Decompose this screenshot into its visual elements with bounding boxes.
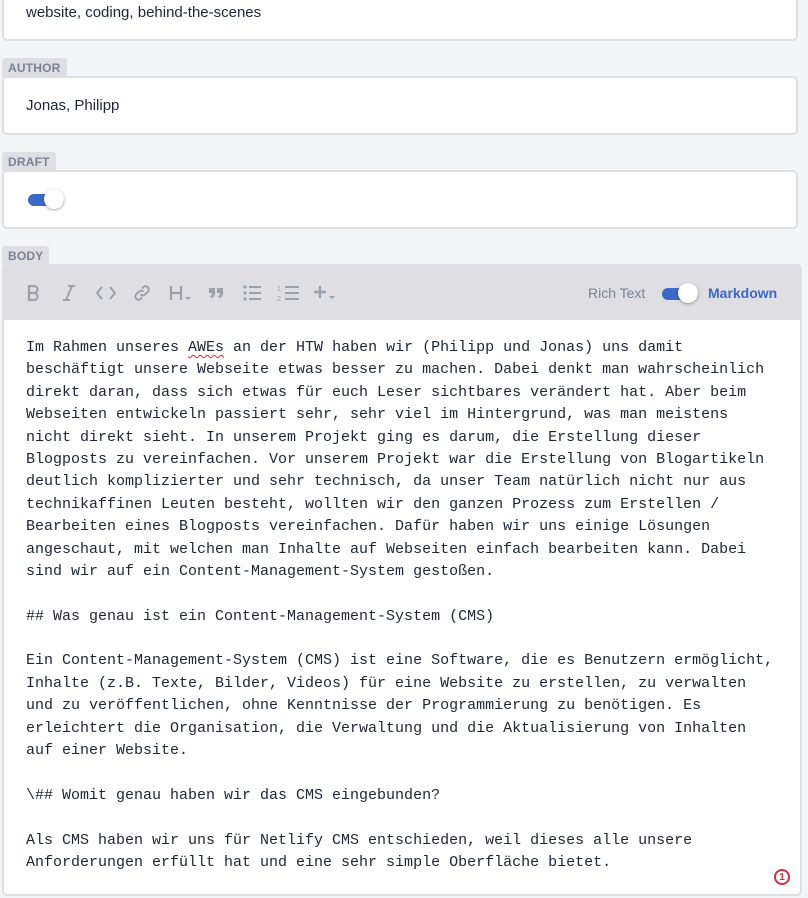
author-value: Jonas, Philipp — [26, 97, 120, 114]
heading-icon[interactable] — [168, 282, 194, 304]
add-component-icon[interactable] — [312, 282, 338, 304]
bulleted-list-icon[interactable] — [241, 282, 263, 304]
editor-text-segment: Im Rahmen unseres — [26, 339, 189, 356]
editor-line: technikaffinen Leuten besteht, wollten w… — [26, 494, 796, 516]
svg-text:1: 1 — [277, 286, 281, 293]
markdown-mode-label[interactable]: Markdown — [708, 285, 777, 301]
editor-text-segment: Als CMS haben wir uns für Netlify CMS en… — [26, 831, 693, 849]
italic-icon[interactable] — [58, 282, 80, 304]
code-icon[interactable] — [95, 282, 117, 304]
draft-field — [2, 170, 798, 229]
editor-text-segment: Webseiten entwickeln passiert sehr, sehr… — [26, 406, 729, 424]
tags-value: website, coding, behind-the-scenes — [26, 4, 262, 21]
editor-text-segment: \## Womit genau haben wir das CMS eingeb… — [26, 786, 441, 804]
editor-line: direkt daran, dass sich etwas für euch L… — [26, 382, 796, 404]
editor-text-segment: an der HTW haben wir (Philipp und Jonas)… — [224, 339, 684, 356]
editor-line: Blogposts zu vereinfachen. Vor unserem P… — [26, 449, 796, 471]
body-editor[interactable]: Im Rahmen unseres AWEs an der HTW haben … — [2, 320, 802, 896]
editor-line: deutlich komplizierter und sehr technisc… — [26, 471, 796, 493]
misspelled-word: AWEs — [188, 339, 225, 356]
editor-line: Inhalte (z.B. Texte, Bilder, Videos) für… — [26, 673, 796, 695]
body-label: BODY — [2, 246, 50, 265]
editor-text-segment: Anforderungen erfüllt hat und eine sehr … — [26, 853, 612, 871]
numbered-list-icon[interactable]: 12 — [276, 282, 300, 304]
author-field[interactable]: Jonas, Philipp — [2, 76, 798, 135]
editor-line: ## Was genau ist ein Content-Management-… — [26, 606, 796, 628]
editor-text-segment: Blogposts zu vereinfachen. Vor unserem P… — [26, 450, 765, 468]
draft-label: DRAFT — [2, 152, 56, 171]
quote-icon[interactable] — [205, 282, 227, 304]
editor-text-segment: direkt daran, dass sich etwas für euch L… — [26, 383, 747, 401]
link-icon[interactable] — [131, 282, 153, 304]
editor-line: und zu veröffentlichen, ohne Kenntnisse … — [26, 695, 796, 717]
editor-line: Bearbeiten eines Blogposts vereinfachen.… — [26, 516, 796, 538]
editor-line: Anforderungen erfüllt hat und eine sehr … — [26, 852, 796, 874]
editor-text-segment: angeschaut, mit welchen man Inhalte auf … — [26, 540, 747, 558]
svg-text:2: 2 — [277, 296, 281, 302]
editor-line: Webseiten entwickeln passiert sehr, sehr… — [26, 404, 796, 426]
editor-line: \## Womit genau haben wir das CMS eingeb… — [26, 785, 796, 807]
editor-text-segment: ## Was genau ist ein Content-Management-… — [26, 607, 495, 625]
spellcheck-badge[interactable]: 1 — [774, 869, 790, 885]
editor-line: Als CMS haben wir uns für Netlify CMS en… — [26, 830, 796, 852]
editor-line: sind wir auf ein Content-Management-Syst… — [26, 561, 796, 583]
body-toolbar: 12 Rich Text Markdown — [2, 264, 802, 322]
editor-text-segment: Inhalte (z.B. Texte, Bilder, Videos) für… — [26, 674, 747, 692]
draft-toggle-knob — [44, 189, 64, 209]
editor-text-segment: technikaffinen Leuten besteht, wollten w… — [26, 495, 720, 513]
editor-line: nicht direkt sieht. In unserem Projekt g… — [26, 427, 796, 449]
body-editor-text[interactable]: Im Rahmen unseres AWEs an der HTW haben … — [26, 337, 796, 874]
editor-line: beschäftigt unsere Webseite etwas besser… — [26, 359, 796, 381]
editor-line: angeschaut, mit welchen man Inhalte auf … — [26, 539, 796, 561]
editor-text-segment: nicht direkt sieht. In unserem Projekt g… — [26, 428, 702, 446]
editor-text-segment: beschäftigt unsere Webseite etwas besser… — [26, 361, 765, 379]
editor-text-segment: erleichtert die Organisation, die Verwal… — [26, 719, 747, 737]
editor-text-segment: auf einer Website. — [26, 742, 189, 760]
editor-line: Ein Content-Management-System (CMS) ist … — [26, 650, 796, 672]
rich-text-mode-label[interactable]: Rich Text — [588, 285, 645, 301]
editor-line: auf einer Website. — [26, 740, 796, 762]
bold-icon[interactable] — [22, 282, 44, 304]
editor-line: Im Rahmen unseres AWEs an der HTW haben … — [26, 337, 796, 359]
editor-line: erleichtert die Organisation, die Verwal… — [26, 718, 796, 740]
editor-text-segment: Ein Content-Management-System (CMS) ist … — [26, 652, 774, 670]
author-label: AUTHOR — [2, 58, 67, 77]
markdown-toggle-knob — [678, 283, 698, 303]
editor-text-segment: und zu veröffentlichen, ohne Kenntnisse … — [26, 697, 702, 715]
editor-text-segment: deutlich komplizierter und sehr technisc… — [26, 473, 747, 491]
tags-field[interactable]: website, coding, behind-the-scenes — [2, 0, 798, 41]
editor-text-segment: Bearbeiten eines Blogposts vereinfachen.… — [26, 518, 711, 536]
editor-text-segment: sind wir auf ein Content-Management-Syst… — [26, 562, 495, 580]
